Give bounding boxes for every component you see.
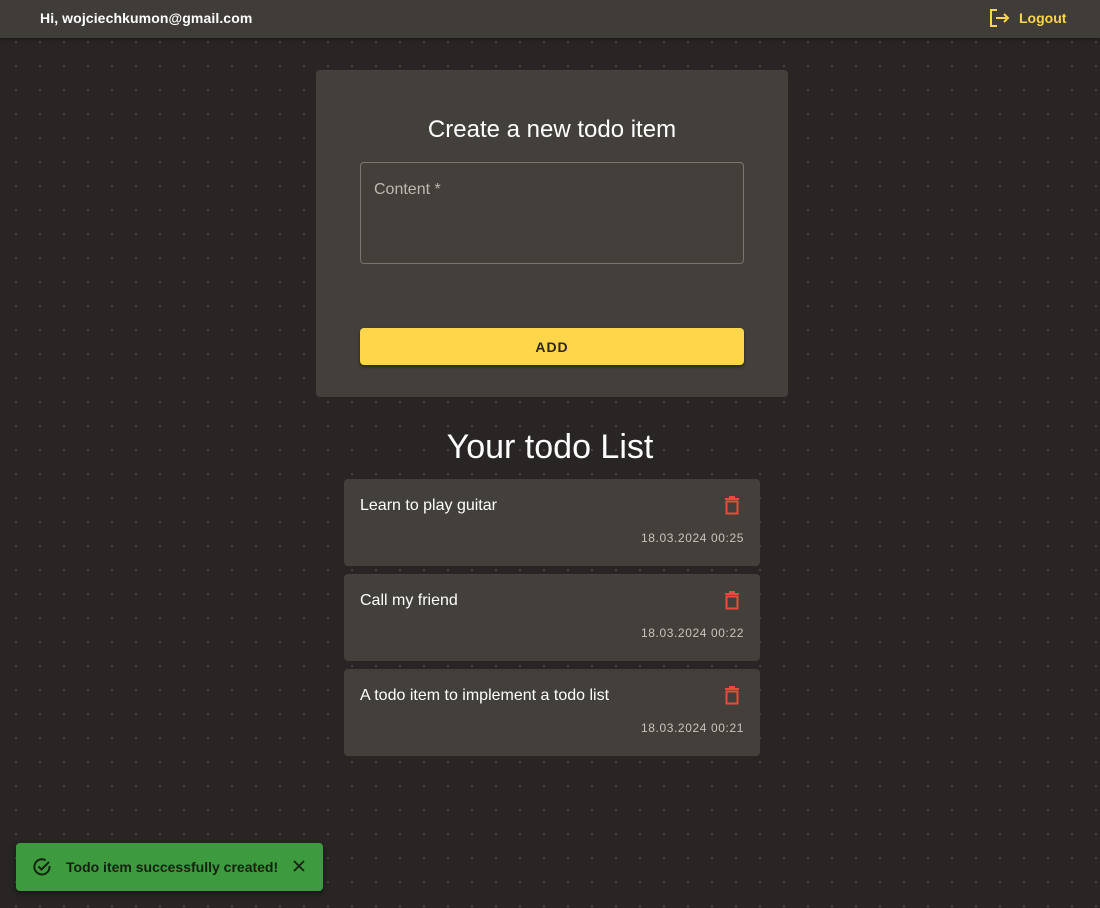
top-bar: Hi, wojciechkumon@gmail.com Logout (0, 0, 1100, 38)
check-circle-icon (32, 857, 52, 882)
content-field-label: Content * (374, 181, 441, 198)
trash-icon (724, 685, 740, 710)
todo-item-text: A todo item to implement a todo list (360, 687, 610, 704)
logout-icon (989, 8, 1011, 28)
delete-button[interactable] (720, 495, 744, 519)
content-textarea[interactable]: Content * (360, 162, 744, 264)
snackbar-message: Todo item successfully created! (66, 859, 279, 875)
close-icon (292, 859, 306, 878)
logout-button[interactable]: Logout (989, 8, 1066, 28)
trash-icon (724, 590, 740, 615)
snackbar-close-button[interactable] (290, 859, 308, 877)
todo-item: Call my friend 18.03.2024 00:22 (344, 574, 760, 661)
user-greeting: Hi, wojciechkumon@gmail.com (40, 10, 253, 26)
todo-item-date: 18.03.2024 00:25 (640, 531, 744, 545)
delete-button[interactable] (720, 685, 744, 709)
logout-label: Logout (1019, 10, 1067, 26)
todo-list-title: Your todo List (446, 428, 654, 466)
add-button[interactable]: ADD (360, 328, 744, 365)
todo-item: A todo item to implement a todo list 18.… (344, 669, 760, 756)
todo-item-date: 18.03.2024 00:21 (640, 721, 744, 735)
success-snackbar: Todo item successfully created! (16, 843, 323, 891)
trash-icon (724, 495, 740, 520)
create-todo-title: Create a new todo item (427, 116, 677, 143)
delete-button[interactable] (720, 590, 744, 614)
todo-item: Learn to play guitar 18.03.2024 00:25 (344, 479, 760, 566)
todo-item-text: Learn to play guitar (360, 497, 497, 514)
todo-item-date: 18.03.2024 00:22 (640, 626, 744, 640)
create-todo-card: Create a new todo item Content * ADD (316, 70, 788, 397)
todo-item-text: Call my friend (360, 592, 458, 609)
